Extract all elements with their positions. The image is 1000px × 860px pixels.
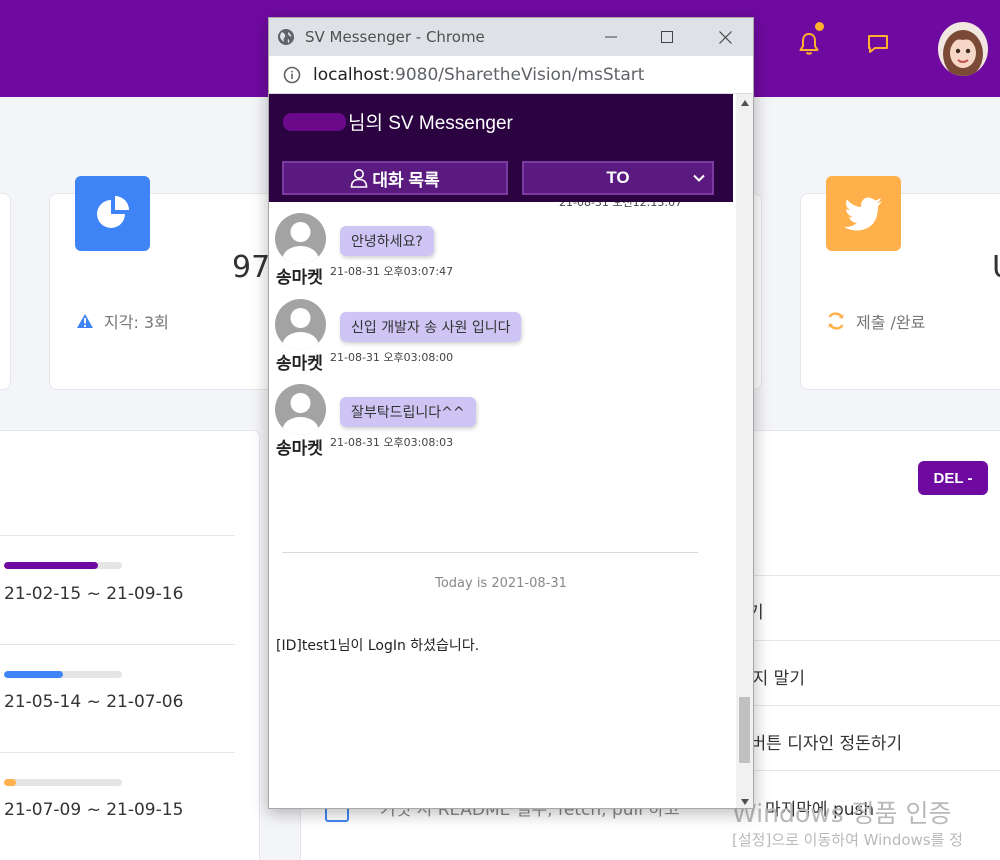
attendance-status: 지각: 3회 [76, 309, 169, 333]
chat-message: 잘부탁드립니다^^ 송마켓 21-08-31 오후03:08:03 [275, 384, 715, 464]
chat-message: 안녕하세요? 송마켓 21-08-31 오후03:07:47 [275, 213, 715, 293]
stat-number: U [992, 250, 1000, 285]
avatar [275, 299, 326, 350]
delete-button[interactable]: DEL - [918, 461, 988, 495]
address-bar[interactable]: localhost:9080/SharetheVision/msStart [269, 56, 753, 94]
url-host: localhost [313, 64, 390, 85]
notification-dot [815, 22, 824, 31]
submission-status-text: 제출 /완료 [856, 313, 926, 332]
chat-bubble-icon[interactable] [864, 30, 892, 58]
recipient-select-label: TO [606, 168, 630, 187]
url-text: localhost:9080/SharetheVision/msStart [313, 65, 644, 85]
avatar [275, 384, 326, 435]
close-icon[interactable] [697, 18, 753, 56]
scrollbar-thumb[interactable] [739, 697, 750, 763]
chat-list-label: 대화 목록 [372, 170, 440, 190]
attendance-status-text: 지각: 3회 [104, 313, 169, 332]
windows-activation-subtext: [설정]으로 이동하여 Windows를 정 [732, 831, 963, 849]
project-progress-fill [4, 779, 16, 786]
divider [0, 644, 235, 645]
message-timestamp: 21-08-31 오후03:08:03 [330, 436, 454, 449]
divider [735, 575, 1000, 576]
todo-item-text: l, 버튼 디자인 정돈하기 [735, 734, 903, 754]
stat-card-partial [0, 193, 11, 390]
chat-list-button[interactable]: 대화 목록 [282, 161, 508, 195]
divider [0, 752, 235, 753]
user-avatar[interactable] [938, 22, 988, 76]
today-label: Today is 2021-08-31 [435, 576, 567, 591]
globe-icon [278, 29, 294, 45]
scrollbar[interactable] [736, 94, 753, 808]
sender-name: 송마켓 [276, 268, 323, 287]
project-panel [0, 430, 260, 860]
sender-name: 송마켓 [276, 354, 323, 373]
message-timestamp: 21-08-31 오후03:07:47 [330, 265, 454, 278]
url-path: :9080/SharetheVision/msStart [389, 64, 645, 85]
message-timestamp: 21-08-31 오후03:08:00 [330, 351, 454, 364]
notification-bell-icon[interactable] [795, 30, 823, 58]
messenger-header: 님의 SV Messenger 대화 목록 TO [269, 94, 733, 202]
project-progress-bar [4, 671, 122, 678]
messenger-page: 님의 SV Messenger 대화 목록 TO 21-08-31 오전12:1… [269, 94, 736, 808]
divider [735, 705, 1000, 706]
divider [735, 770, 1000, 771]
twitter-bird-icon [826, 176, 901, 251]
divider [735, 640, 1000, 641]
project-progress-fill [4, 671, 63, 678]
user-icon [351, 169, 368, 188]
project-date-range: 21-05-14 ~ 21-07-06 [4, 692, 184, 712]
pie-chart-icon [75, 176, 150, 251]
divider [0, 535, 235, 536]
refresh-icon [828, 312, 844, 330]
windows-activation-watermark: Windows 정품 인증 [732, 799, 952, 828]
submission-status: 제출 /완료 [826, 309, 925, 333]
window-title: SV Messenger - Chrome [305, 28, 485, 46]
chevron-down-icon [693, 174, 705, 182]
login-notice: [ID]test1님이 LogIn 하셨습니다. [276, 638, 480, 654]
project-progress-bar [4, 779, 122, 786]
recipient-select[interactable]: TO [522, 161, 714, 195]
message-bubble: 안녕하세요? [340, 226, 434, 256]
project-date-range: 21-07-09 ~ 21-09-15 [4, 800, 184, 820]
scroll-down-arrow-icon[interactable] [736, 793, 753, 808]
message-bubble: 잘부탁드립니다^^ [340, 397, 476, 427]
chrome-popup-window: SV Messenger - Chrome localhost:9080/Sha… [268, 17, 754, 809]
project-date-range: 21-02-15 ~ 21-09-16 [4, 584, 184, 604]
sender-name: 송마켓 [276, 439, 323, 458]
chat-message: 신입 개발자 송 사원 입니다 송마켓 21-08-31 오후03:08:00 [275, 299, 715, 379]
project-progress-fill [4, 562, 99, 569]
project-progress-bar [4, 562, 122, 569]
minimize-icon[interactable] [583, 18, 639, 56]
messenger-title-text: 님의 SV Messenger [348, 113, 513, 134]
info-icon[interactable] [283, 66, 301, 84]
warning-icon [77, 314, 93, 328]
message-bubble: 신입 개발자 송 사원 입니다 [340, 312, 522, 342]
divider [282, 552, 698, 553]
maximize-icon[interactable] [639, 18, 695, 56]
avatar [275, 213, 326, 264]
messenger-title: 님의 SV Messenger [283, 108, 513, 135]
redacted-username [283, 112, 346, 131]
scroll-up-arrow-icon[interactable] [736, 94, 753, 111]
stat-number: 97 [232, 250, 271, 285]
